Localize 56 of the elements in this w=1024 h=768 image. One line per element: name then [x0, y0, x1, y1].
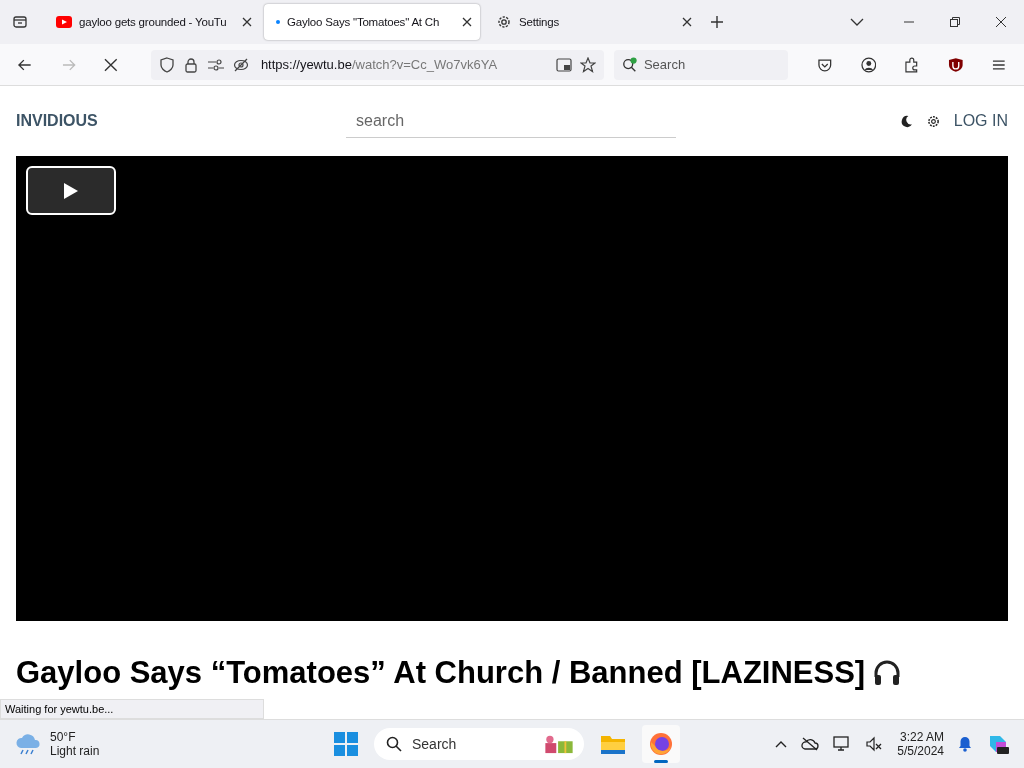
account-icon[interactable]: [860, 56, 877, 73]
shield-icon[interactable]: [947, 56, 964, 73]
clock-time[interactable]: 3:22 AM: [899, 730, 944, 744]
play-button[interactable]: [26, 166, 116, 215]
lock-icon: [182, 56, 199, 73]
status-text: Waiting for yewtu.be...: [0, 699, 264, 719]
chevron-up-icon[interactable]: [775, 740, 788, 748]
clock-date[interactable]: 5/5/2024: [897, 744, 944, 758]
tab-title: Gayloo Says "Tomatoes" At Ch: [287, 16, 441, 28]
star-icon[interactable]: [579, 56, 596, 73]
bell-icon[interactable]: [958, 736, 972, 752]
close-icon[interactable]: [462, 17, 472, 27]
gear-icon: [496, 14, 512, 30]
close-icon[interactable]: [996, 17, 1006, 27]
tab-title: gayloo gets grounded - YouTu: [79, 16, 228, 28]
browser-tab[interactable]: Settings: [484, 4, 700, 40]
browser-tab[interactable]: Gayloo Says "Tomatoes" At Ch: [264, 4, 480, 40]
taskbar-search-field[interactable]: Search: [374, 728, 584, 760]
loading-dot-icon: [276, 20, 280, 24]
weather-description: Light rain: [50, 744, 100, 758]
login-link[interactable]: LOG IN: [953, 112, 1008, 130]
network-icon[interactable]: [833, 736, 852, 752]
search-field[interactable]: Search: [613, 49, 788, 80]
site-logo[interactable]: INVIDIOUS: [16, 112, 346, 130]
gear-icon[interactable]: [926, 114, 940, 128]
stop-icon[interactable]: [104, 57, 118, 72]
search-icon: [621, 56, 638, 73]
permissions-icon: [206, 56, 225, 73]
cloud-off-icon[interactable]: [801, 737, 820, 751]
video-play-icon: [56, 16, 72, 28]
play-icon: [64, 182, 78, 199]
close-icon[interactable]: [682, 17, 692, 27]
new-tab-icon[interactable]: [710, 15, 724, 29]
close-icon[interactable]: [242, 17, 252, 27]
windows-start-icon[interactable]: [334, 732, 358, 756]
speaker-muted-icon[interactable]: [865, 736, 884, 752]
cloud-rain-icon: [14, 732, 42, 756]
tab-list-icon[interactable]: [12, 14, 28, 30]
weather-temperature: 50°F: [50, 730, 77, 744]
tab-title: Settings: [519, 16, 560, 28]
puzzle-icon[interactable]: [904, 56, 920, 73]
restore-icon[interactable]: [950, 17, 960, 27]
url-text: https://yewtu.be/watch?v=Cc_Wo7vk6YA: [260, 57, 498, 72]
shield-icon: [158, 56, 175, 73]
headphones-icon: [873, 659, 902, 687]
chevron-down-icon[interactable]: [850, 18, 864, 26]
moon-icon[interactable]: [899, 114, 913, 128]
search-icon: [386, 736, 402, 752]
picture-in-picture-icon[interactable]: [555, 56, 572, 73]
browser-tab[interactable]: gayloo gets grounded - YouTu: [44, 4, 260, 40]
pocket-icon[interactable]: [816, 56, 833, 73]
tracking-blocked-icon: [232, 56, 249, 73]
video-title: Gayloo Says “Tomatoes” At Church / Banned [LAZINESS]: [16, 655, 866, 691]
folder-icon[interactable]: [600, 733, 626, 755]
address-bar[interactable]: https://yewtu.be/watch?v=Cc_Wo7vk6YA: [150, 49, 604, 80]
search-field[interactable]: search: [346, 104, 676, 138]
